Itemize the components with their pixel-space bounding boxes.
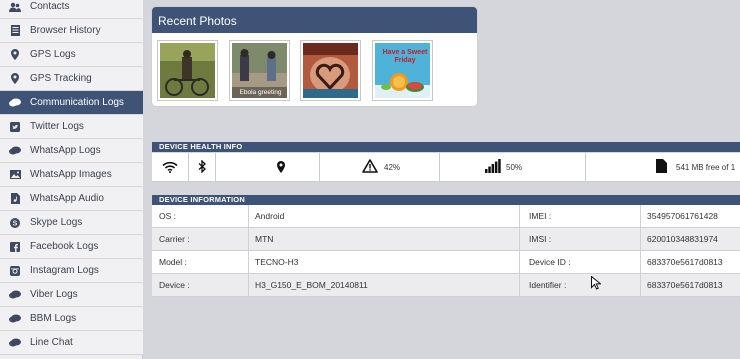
device-health-row: 42% 50% 541 MB free of 1 <box>152 153 740 182</box>
chat-icon <box>0 290 30 300</box>
sidebar-item-label: Facebook Logs <box>30 241 99 252</box>
signal-bars-icon <box>485 159 501 175</box>
photo-image <box>160 43 215 98</box>
chat-icon <box>0 98 30 108</box>
sidebar-item-gps-tracking[interactable]: GPS Tracking <box>0 67 143 91</box>
recent-photos-panel: Recent Photos Ebola greeting Have a Swee… <box>152 7 477 106</box>
device-information-title: DEVICE INFORMATION <box>152 195 740 205</box>
info-label: Device : <box>159 280 190 290</box>
info-label: IMSI : <box>529 234 552 244</box>
sidebar-item-label: Instagram Logs <box>30 265 99 276</box>
storage-free-text: 541 MB free of 1 <box>676 163 736 172</box>
info-value: 683370e5617d0813 <box>647 280 723 290</box>
sidebar-item-label: Twitter Logs <box>30 121 84 132</box>
info-value: H3_G150_E_BOM_20140811 <box>255 280 368 290</box>
info-value: Android <box>255 211 285 221</box>
sidebar-item-label: WhatsApp Audio <box>30 193 104 204</box>
table-row: Device : H3_G150_E_BOM_20140811 Identifi… <box>152 274 740 297</box>
table-row: Carrier : MTN IMSI : 620010348831974 <box>152 228 740 251</box>
photo-image <box>303 43 358 98</box>
photo-caption: Have a Sweet Friday <box>382 49 428 64</box>
table-row: Model : TECNO-H3 Device ID : 683370e5617… <box>152 251 740 274</box>
wifi-icon <box>162 161 178 175</box>
mouse-cursor-icon <box>591 275 602 295</box>
info-label: IMEI : <box>529 211 552 221</box>
contacts-icon <box>0 2 30 12</box>
info-label: Device ID : <box>529 257 571 267</box>
audio-icon <box>0 193 30 204</box>
map-pin-icon <box>277 161 285 175</box>
info-value: 354957061761428 <box>647 211 718 221</box>
twitter-icon <box>0 121 30 132</box>
sidebar-item-instagram-logs[interactable]: Instagram Logs <box>0 259 143 283</box>
chat-icon <box>0 146 30 156</box>
info-value: MTN <box>255 234 274 244</box>
sidebar-item-whatsapp-audio[interactable]: WhatsApp Audio <box>0 187 143 211</box>
bluetooth-status <box>189 153 216 182</box>
info-label: OS : <box>159 211 177 221</box>
sidebar-item-viber-logs[interactable]: Viber Logs <box>0 283 143 307</box>
photo-thumbnail[interactable]: Ebola greeting <box>229 40 290 101</box>
sidebar-item-whatsapp-images[interactable]: WhatsApp Images <box>0 163 143 187</box>
table-row: OS : Android IMEI : 354957061761428 <box>152 205 740 228</box>
chat-icon <box>0 338 30 348</box>
sidebar-item-communication-logs[interactable]: Communication Logs <box>0 91 143 115</box>
skype-icon: S <box>0 217 30 228</box>
wifi-status <box>152 153 189 182</box>
sidebar-item-whatsapp-logs[interactable]: WhatsApp Logs <box>0 139 143 163</box>
instagram-icon <box>0 265 30 276</box>
network-status: 50% <box>440 153 586 182</box>
signal-percent: 42% <box>384 163 401 172</box>
photo-thumbnail[interactable] <box>300 40 361 101</box>
info-value: 683370e5617d0813 <box>647 257 723 267</box>
sidebar-item-facebook-logs[interactable]: Facebook Logs <box>0 235 143 259</box>
device-health-title: DEVICE HEALTH INFO <box>152 142 740 152</box>
sidebar-item-skype-logs[interactable]: S Skype Logs <box>0 211 143 235</box>
info-value: TECNO-H3 <box>255 257 299 267</box>
sidebar-item-line-chat[interactable]: Line Chat <box>0 331 143 355</box>
sd-card-icon <box>656 159 667 175</box>
chat-icon <box>0 314 30 324</box>
sidebar-item-contacts[interactable]: Contacts <box>0 0 143 19</box>
recent-photos-title: Recent Photos <box>152 7 477 33</box>
storage-status: 541 MB free of 1 <box>586 153 740 182</box>
info-value: 620010348831974 <box>647 234 718 244</box>
sidebar-item-bbm-logs[interactable]: BBM Logs <box>0 307 143 331</box>
sidebar: Contacts Browser History GPS Logs GPS Tr… <box>0 0 143 359</box>
signal-status: 42% <box>320 153 440 182</box>
map-pin-icon <box>0 73 30 84</box>
sidebar-item-label: Skype Logs <box>30 217 83 228</box>
network-percent: 50% <box>506 163 523 172</box>
sidebar-item-label: Contacts <box>30 1 70 12</box>
app-root: Contacts Browser History GPS Logs GPS Tr… <box>0 0 740 359</box>
sidebar-item-label: Communication Logs <box>30 97 124 108</box>
photo-thumbnail[interactable] <box>157 40 218 101</box>
image-icon <box>0 170 30 179</box>
sidebar-item-label: Browser History <box>30 25 101 36</box>
sidebar-item-label: Line Chat <box>30 337 73 348</box>
browser-history-icon <box>0 25 30 36</box>
sidebar-item-gps-logs[interactable]: GPS Logs <box>0 43 143 67</box>
photo-thumbnail[interactable]: Have a Sweet Friday <box>372 40 433 101</box>
sidebar-item-label: WhatsApp Images <box>30 169 112 180</box>
photo-caption: Ebola greeting <box>239 89 282 96</box>
sidebar-item-label: BBM Logs <box>30 313 77 324</box>
sidebar-item-label: GPS Logs <box>30 49 76 60</box>
sidebar-item-label: WhatsApp Logs <box>30 145 101 156</box>
sidebar-item-twitter-logs[interactable]: Twitter Logs <box>0 115 143 139</box>
warning-icon <box>362 159 378 175</box>
sidebar-item-browser-history[interactable]: Browser History <box>0 19 143 43</box>
sidebar-item-label: GPS Tracking <box>30 73 92 84</box>
svg-text:S: S <box>13 220 18 227</box>
facebook-icon <box>0 241 30 252</box>
info-label: Identifier : <box>529 280 567 290</box>
sidebar-item-label: Viber Logs <box>30 289 78 300</box>
info-label: Model : <box>159 257 187 267</box>
map-pin-icon <box>0 49 30 60</box>
bluetooth-icon <box>198 159 206 175</box>
gps-status <box>216 153 320 182</box>
info-label: Carrier : <box>159 234 190 244</box>
